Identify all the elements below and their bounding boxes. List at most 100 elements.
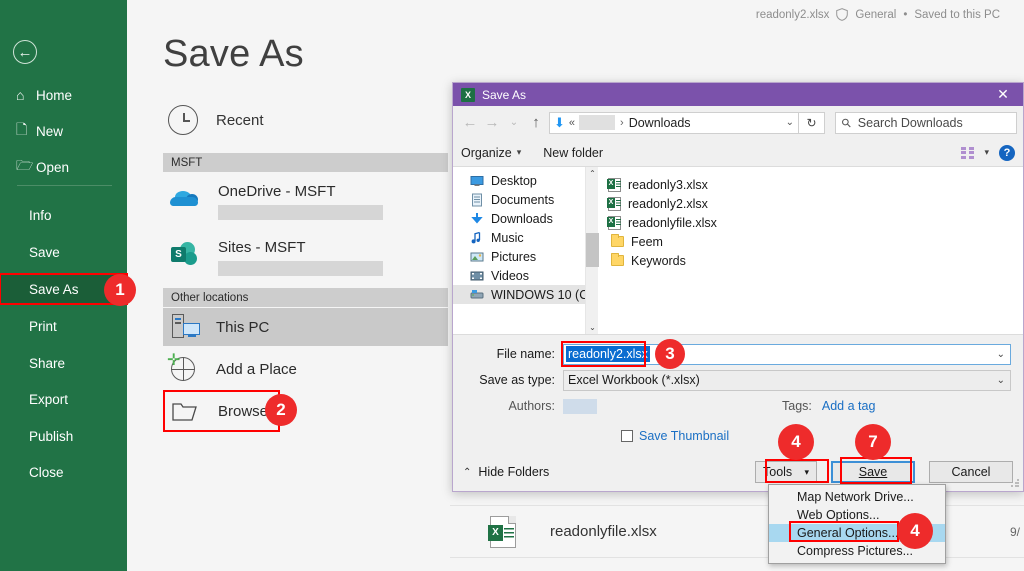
sidebar-item-publish[interactable]: Publish <box>0 421 127 451</box>
list-item[interactable]: X readonly2.xlsx <box>607 194 1023 213</box>
tree-item-documents[interactable]: Documents <box>453 190 585 209</box>
sidebar-item-save[interactable]: Save <box>0 237 127 267</box>
menu-item-label: Web Options... <box>797 508 880 522</box>
address-bar[interactable]: ⬇ « › Downloads ⌄ <box>549 111 799 134</box>
sidebar-item-home[interactable]: ⌂ Home <box>0 80 127 110</box>
callout-1: 1 <box>104 274 136 306</box>
place-label: Sites - MSFT <box>218 239 306 256</box>
sidebar-item-export[interactable]: Export <box>0 384 127 414</box>
list-item[interactable]: Feem <box>608 232 1023 251</box>
new-document-icon: 🗋 <box>16 121 28 137</box>
tools-button[interactable]: Tools ▾ <box>755 461 817 483</box>
open-folder-icon: 🗁 <box>16 157 34 173</box>
save-as-type-select[interactable]: Excel Workbook (*.xlsx) ⌄ <box>563 369 1011 391</box>
drive-icon <box>470 307 484 321</box>
tree-item-music[interactable]: Music <box>453 228 585 247</box>
file-name: readonlyfile.xlsx <box>628 215 717 230</box>
callout-4-tools: 4 <box>778 424 814 460</box>
sidebar-item-label: Print <box>29 318 57 334</box>
tree-item-windows-drive[interactable]: WINDOWS 10 (C:) <box>453 285 596 304</box>
resize-grip[interactable] <box>1011 479 1020 488</box>
group-header-other-locations: Other locations <box>163 288 448 307</box>
search-box[interactable]: ⚲ Search Downloads <box>835 111 1017 134</box>
save-thumbnail-checkbox[interactable] <box>621 430 633 442</box>
other-location-add-a-place[interactable]: ✛ Add a Place <box>163 350 448 388</box>
back-arrow-icon[interactable]: ← <box>459 114 481 131</box>
recent-entry[interactable]: Recent <box>168 105 264 135</box>
chevron-down-icon[interactable]: ⌄ <box>786 117 794 128</box>
scroll-down-icon[interactable]: ⌄ <box>586 321 599 334</box>
cancel-button[interactable]: Cancel <box>929 461 1013 483</box>
chevron-down-icon[interactable]: ⌄ <box>997 349 1005 360</box>
chevron-down-icon[interactable]: ⌄ <box>997 375 1005 386</box>
list-item[interactable]: X readonlyfile.xlsx <box>607 213 1023 232</box>
tree-item-partial[interactable] <box>453 304 585 323</box>
tree-scrollbar[interactable]: ⌃ ⌄ <box>585 167 599 334</box>
sharepoint-badge: S <box>171 247 186 262</box>
authors-label: Authors: <box>508 399 555 413</box>
new-folder-button[interactable]: New folder <box>543 146 603 160</box>
tree-item-videos[interactable]: Videos <box>453 266 585 285</box>
sidebar-item-new[interactable]: 🗋 New <box>0 116 127 146</box>
other-location-browse[interactable]: Browse <box>163 390 280 432</box>
tree-item-label: WINDOWS 10 (C:) <box>491 287 596 302</box>
up-arrow-icon[interactable]: ↑ <box>525 114 547 131</box>
breadcrumb-current-folder[interactable]: Downloads <box>629 116 691 130</box>
dialog-nav-bar: ← → ⌄ ↑ ⬇ « › Downloads ⌄ ↻ ⚲ Search Dow… <box>453 106 1023 139</box>
list-item[interactable]: X readonly3.xlsx <box>607 175 1023 194</box>
forward-arrow-icon[interactable]: → <box>481 114 503 131</box>
save-thumbnail-row[interactable]: Save Thumbnail <box>621 429 1011 443</box>
hide-folders-button[interactable]: ⌃ Hide Folders <box>463 465 549 479</box>
place-onedrive[interactable]: OneDrive - MSFT <box>168 182 383 220</box>
sidebar-item-label: Info <box>29 207 52 223</box>
other-location-label: Add a Place <box>216 360 297 378</box>
excel-file-icon: X <box>488 515 516 548</box>
sidebar-item-print[interactable]: Print <box>0 311 127 341</box>
file-name-label: File name: <box>496 347 555 361</box>
excel-file-icon: X <box>607 177 621 192</box>
add-a-tag-link[interactable]: Add a tag <box>822 399 876 413</box>
recent-locations-icon[interactable]: ⌄ <box>503 117 525 128</box>
scroll-up-icon[interactable]: ⌃ <box>586 167 599 180</box>
refresh-icon[interactable]: ↻ <box>799 111 825 134</box>
list-item[interactable]: Keywords <box>608 251 1023 270</box>
folder-icon <box>611 234 624 247</box>
scrollbar-thumb[interactable] <box>586 233 599 267</box>
downloads-icon <box>470 212 484 226</box>
dialog-title: Save As <box>482 87 527 102</box>
menu-item-label: Map Network Drive... <box>797 490 914 504</box>
view-layout-icon[interactable] <box>961 146 975 159</box>
organize-button[interactable]: Organize ▾ <box>461 146 521 160</box>
tree-item-pictures[interactable]: Pictures <box>453 247 585 266</box>
save-button[interactable]: Save <box>831 461 915 483</box>
tree-item-label: Desktop <box>491 173 537 188</box>
sidebar-item-info[interactable]: Info <box>0 200 127 230</box>
sidebar-item-share[interactable]: Share <box>0 348 127 378</box>
place-sites[interactable]: S Sites - MSFT <box>168 238 383 276</box>
sidebar-item-label: Close <box>29 464 64 480</box>
other-location-this-pc[interactable]: This PC <box>163 308 448 346</box>
chevron-down-icon[interactable]: ▾ <box>984 147 989 158</box>
file-name: Feem <box>631 234 663 249</box>
callout-3: 3 <box>655 339 685 369</box>
authors-value[interactable] <box>563 398 597 414</box>
breadcrumb-overflow[interactable]: « <box>569 117 575 129</box>
back-arrow-icon[interactable]: ← <box>13 40 37 64</box>
page-title: Save As <box>163 33 304 75</box>
tree-item-desktop[interactable]: Desktop <box>453 171 585 190</box>
shield-icon <box>836 8 849 21</box>
sidebar-item-close[interactable]: Close <box>0 457 127 487</box>
hide-folders-label: Hide Folders <box>478 465 550 479</box>
help-icon[interactable]: ? <box>999 144 1015 161</box>
menu-item-map-network-drive[interactable]: Map Network Drive... <box>769 488 945 506</box>
tree-item-downloads[interactable]: Downloads <box>453 209 585 228</box>
close-icon[interactable]: ✕ <box>983 83 1023 106</box>
sidebar-item-label: Open <box>36 159 70 175</box>
clock-icon <box>168 105 198 135</box>
file-name: readonly3.xlsx <box>628 177 708 192</box>
file-name-input[interactable]: readonly2.xlsx ⌄ <box>561 340 1011 367</box>
new-folder-label: New folder <box>543 145 604 160</box>
excel-file-icon: X <box>607 196 621 211</box>
sidebar-item-open[interactable]: 🗁 Open <box>0 152 127 182</box>
callout-2: 2 <box>265 394 297 426</box>
